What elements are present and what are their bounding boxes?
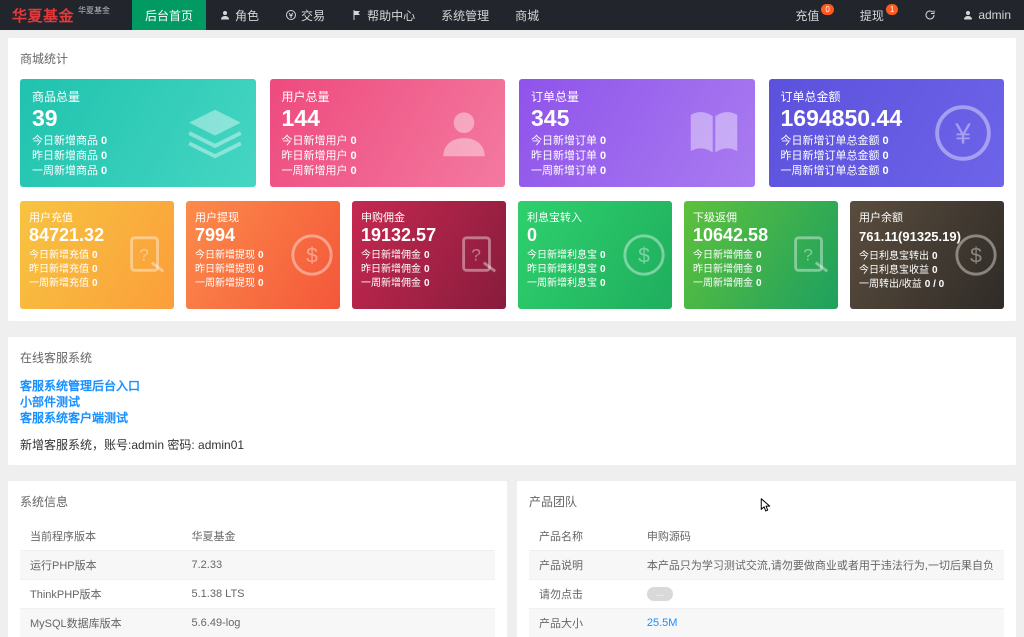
svg-text:?: ? [139, 245, 149, 265]
layers-icon [184, 102, 246, 164]
svg-text:$: $ [970, 245, 982, 268]
panel-title: 在线客服系统 [20, 351, 93, 365]
stat-title: 利息宝转入 [527, 212, 582, 224]
system-info-table: 当前程序版本 华夏基金 运行PHP版本 7.2.33 ThinkPHP版本 5.1.3… [20, 522, 495, 637]
table-row: 产品说明 本产品只为学习测试交流,请勿要做商业或者用于违法行为,一切后果自负 [529, 550, 1004, 580]
nav-item-system-admin[interactable]: 系统管理 [428, 0, 502, 30]
stat-sub: 一周新增订单总金额 0 [780, 165, 889, 178]
svg-text:$: $ [306, 245, 318, 268]
stat-sub: 一周新增用户 0 [281, 165, 357, 178]
stat-card-goods-total: 商品总量 39 今日新增商品 0 昨日新增商品 0 一周新增商品 0 [20, 79, 256, 187]
table-row: ThinkPHP版本 5.1.38 LTS [20, 579, 495, 609]
panel-title: 商城统计 [20, 52, 69, 66]
stat-sub: 一周新增提现 0 [195, 277, 264, 289]
top-navbar: 华夏基金 华夏基金 后台首页 角色 交易 帮助中心 系统管理 商城 充值 0 提… [0, 0, 1024, 30]
recharge-badge: 0 [821, 4, 834, 15]
nav-item-trade[interactable]: 交易 [272, 0, 338, 30]
panel-title: 产品团队 [529, 495, 578, 509]
nav-item-home[interactable]: 后台首页 [132, 0, 207, 30]
person-icon [219, 9, 231, 21]
yen-circle-icon: ¥ [932, 102, 994, 164]
stat-card-purchase-commission: 申购佣金 19132.57 今日新增佣金 0 昨日新增佣金 0 一周新增佣金 0 ? [352, 201, 506, 309]
service-admin-entry-link[interactable]: 客服系统管理后台入口 [20, 378, 1004, 394]
svg-text:?: ? [803, 245, 813, 265]
nav-item-roles[interactable]: 角色 [206, 0, 272, 30]
brand-subtitle: 华夏基金 [78, 6, 111, 15]
table-row: 当前程序版本 华夏基金 [20, 522, 495, 551]
stat-card-user-recharge: 用户充值 84721.32 今日新增充值 0 昨日新增充值 0 一周新增充值 0 ? [20, 201, 174, 309]
table-row: 产品大小 25.5M [529, 608, 1004, 637]
person-icon [433, 102, 495, 164]
table-row: MySQL数据库版本 5.6.49-log [20, 608, 495, 637]
main-menu: 后台首页 角色 交易 帮助中心 系统管理 商城 [132, 0, 552, 30]
nav-item-mall[interactable]: 商城 [502, 0, 552, 30]
recharge-link[interactable]: 充值 0 [782, 0, 846, 30]
mall-stats-panel: 商城统计 商品总量 39 今日新增商品 0 昨日新增商品 0 一周新增商品 0 用户总… [8, 38, 1016, 321]
dollar-circle-icon: $ [289, 232, 335, 278]
stat-title: 用户余额 [859, 212, 903, 224]
table-row: 产品名称 申购源码 [529, 522, 1004, 551]
refresh-icon [924, 9, 936, 21]
stat-sub: 一周新增佣金 0 [693, 277, 762, 289]
question-doc-icon: ? [455, 232, 501, 278]
svg-text:¥: ¥ [954, 118, 971, 150]
stat-card-order-amount: 订单总金额 1694850.44 今日新增订单总金额 0 昨日新增订单总金额 0 一… [768, 79, 1004, 187]
customer-service-panel: 在线客服系统 客服系统管理后台入口 小部件测试 客服系统客户端测试 新增客服系统… [8, 337, 1016, 465]
table-row: 运行PHP版本 7.2.33 [20, 550, 495, 580]
page-content: 商城统计 商品总量 39 今日新增商品 0 昨日新增商品 0 一周新增商品 0 用户总… [0, 30, 1024, 637]
admin-menu[interactable]: admin [949, 0, 1024, 30]
stat-card-sub-rebate: 下级返佣 10642.58 今日新增佣金 0 昨日新增佣金 0 一周新增佣金 0 ? [684, 201, 838, 309]
dollar-circle-icon: $ [621, 232, 667, 278]
stat-sub: 一周新增商品 0 [32, 165, 108, 178]
service-account-note: 新增客服系统，账号:admin 密码: admin01 [20, 438, 245, 452]
svg-text:?: ? [471, 245, 481, 265]
table-row: 请勿点击... [529, 579, 1004, 609]
withdraw-link[interactable]: 提现 1 [847, 0, 911, 30]
system-info-panel: 系统信息 当前程序版本 华夏基金 运行PHP版本 7.2.33 ThinkPHP版本… [8, 481, 507, 637]
stat-sub: 一周新增佣金 0 [361, 277, 430, 289]
stat-card-orders-total: 订单总量 345 今日新增订单 0 昨日新增订单 0 一周新增订单 0 [519, 79, 755, 187]
product-team-panel: 产品团队 产品名称 申购源码 产品说明 本产品只为学习测试交流,请勿要做商业或者用于… [517, 481, 1016, 637]
bottom-grid: 系统信息 当前程序版本 华夏基金 运行PHP版本 7.2.33 ThinkPHP版本… [8, 481, 1016, 637]
stat-sub: 一周新增利息宝 0 [527, 277, 606, 289]
nav-item-help-center[interactable]: 帮助中心 [338, 0, 428, 30]
stat-title: 下级返佣 [693, 212, 737, 224]
service-client-test-link[interactable]: 客服系统客户端测试 [20, 410, 1004, 426]
stat-sub: 一周转出/收益 0 / 0 [859, 279, 945, 291]
flag-icon [351, 9, 363, 21]
book-icon [683, 102, 745, 164]
brand-name: 华夏基金 [12, 7, 75, 25]
question-doc-icon: ? [787, 232, 833, 278]
panel-title: 系统信息 [20, 495, 69, 509]
person-icon [962, 9, 974, 21]
product-team-table: 产品名称 申购源码 产品说明 本产品只为学习测试交流,请勿要做商业或者用于违法行为,… [529, 522, 1004, 637]
question-doc-icon: ? [123, 232, 169, 278]
coin-icon [285, 9, 297, 21]
stat-sub: 一周新增订单 0 [531, 165, 607, 178]
stat-card-user-balance: 用户余额 761.11(91325.19) 今日利息宝转出 0 今日利息宝收益 0 … [850, 201, 1004, 309]
stat-card-interest-in: 利息宝转入 0 今日新增利息宝 0 昨日新增利息宝 0 一周新增利息宝 0 $ [518, 201, 672, 309]
refresh-button[interactable] [911, 0, 949, 30]
product-size-link[interactable]: 25.5M [647, 617, 678, 629]
stat-title: 用户充值 [29, 212, 73, 224]
stat-sub: 一周新增充值 0 [29, 277, 98, 289]
small-stat-grid: 用户充值 84721.32 今日新增充值 0 昨日新增充值 0 一周新增充值 0 ? … [20, 201, 1004, 309]
stat-card-users-total: 用户总量 144 今日新增用户 0 昨日新增用户 0 一周新增用户 0 [269, 79, 505, 187]
svg-text:$: $ [638, 245, 650, 268]
do-not-click-pill[interactable]: ... [646, 587, 674, 601]
brand-logo[interactable]: 华夏基金 华夏基金 [0, 0, 122, 30]
stat-title: 申购佣金 [361, 212, 405, 224]
stat-card-user-withdraw: 用户提现 7994 今日新增提现 0 昨日新增提现 0 一周新增提现 0 $ [186, 201, 340, 309]
stat-title: 用户提现 [195, 212, 239, 224]
big-stat-grid: 商品总量 39 今日新增商品 0 昨日新增商品 0 一周新增商品 0 用户总量 144… [20, 79, 1004, 187]
withdraw-badge: 1 [885, 4, 899, 15]
widget-test-link[interactable]: 小部件测试 [20, 394, 1004, 410]
dollar-circle-icon: $ [953, 232, 999, 278]
navbar-right: 充值 0 提现 1 admin [782, 0, 1024, 30]
